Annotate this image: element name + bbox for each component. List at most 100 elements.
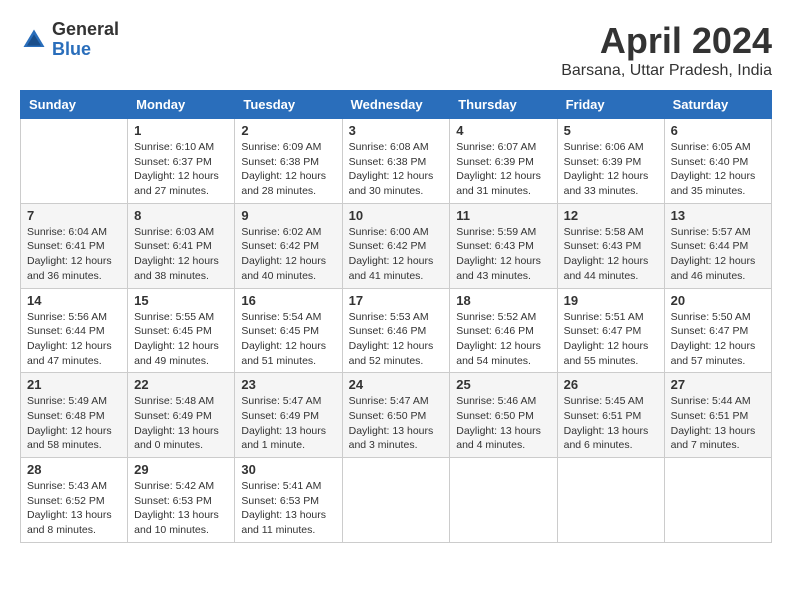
- calendar-cell: 23 Sunrise: 5:47 AM Sunset: 6:49 PM Dayli…: [235, 373, 342, 458]
- day-number: 3: [349, 123, 444, 138]
- calendar-week-row: 7 Sunrise: 6:04 AM Sunset: 6:41 PM Daylig…: [21, 203, 772, 288]
- calendar-cell: 25Sunrise: 5:46 AM Sunset: 6:50 PM Dayli…: [450, 373, 557, 458]
- day-info: Sunrise: 5:45 AM Sunset: 6:51 PM Dayligh…: [564, 394, 658, 453]
- day-number: 17: [349, 293, 444, 308]
- weekday-header-cell: Sunday: [21, 91, 128, 119]
- logo-text: General Blue: [52, 20, 119, 60]
- day-info: Sunrise: 5:47 AM Sunset: 6:49 PM Dayligh…: [241, 394, 335, 453]
- calendar-cell: 17 Sunrise: 5:53 AM Sunset: 6:46 PM Dayli…: [342, 288, 450, 373]
- day-number: 22: [134, 377, 228, 392]
- day-number: 4: [456, 123, 550, 138]
- day-number: 1: [134, 123, 228, 138]
- day-info: Sunrise: 5:43 AM Sunset: 6:52 PM Dayligh…: [27, 479, 121, 538]
- day-number: 21: [27, 377, 121, 392]
- day-info: Sunrise: 5:57 AM Sunset: 6:44 PM Dayligh…: [671, 225, 765, 284]
- day-number: 9: [241, 208, 335, 223]
- calendar-cell: 7 Sunrise: 6:04 AM Sunset: 6:41 PM Daylig…: [21, 203, 128, 288]
- weekday-header-cell: Saturday: [664, 91, 771, 119]
- day-number: 10: [349, 208, 444, 223]
- calendar-cell: 27 Sunrise: 5:44 AM Sunset: 6:51 PM Dayli…: [664, 373, 771, 458]
- day-number: 23: [241, 377, 335, 392]
- calendar-cell: [21, 119, 128, 204]
- day-info: Sunrise: 5:58 AM Sunset: 6:43 PM Dayligh…: [564, 225, 658, 284]
- calendar-cell: 30 Sunrise: 5:41 AM Sunset: 6:53 PM Dayli…: [235, 458, 342, 543]
- day-info: Sunrise: 5:47 AM Sunset: 6:50 PM Dayligh…: [349, 394, 444, 453]
- weekday-header-cell: Friday: [557, 91, 664, 119]
- day-number: 15: [134, 293, 228, 308]
- day-number: 27: [671, 377, 765, 392]
- day-info: Sunrise: 6:10 AM Sunset: 6:37 PM Dayligh…: [134, 140, 228, 199]
- calendar-cell: 20Sunrise: 5:50 AM Sunset: 6:47 PM Dayli…: [664, 288, 771, 373]
- calendar-cell: 24 Sunrise: 5:47 AM Sunset: 6:50 PM Dayli…: [342, 373, 450, 458]
- day-number: 7: [27, 208, 121, 223]
- calendar-cell: 8Sunrise: 6:03 AM Sunset: 6:41 PM Daylig…: [128, 203, 235, 288]
- calendar-week-row: 1 Sunrise: 6:10 AM Sunset: 6:37 PM Daylig…: [21, 119, 772, 204]
- day-info: Sunrise: 5:41 AM Sunset: 6:53 PM Dayligh…: [241, 479, 335, 538]
- day-info: Sunrise: 6:07 AM Sunset: 6:39 PM Dayligh…: [456, 140, 550, 199]
- page-header: General Blue April 2024 Barsana, Uttar P…: [20, 20, 772, 80]
- calendar-cell: 3 Sunrise: 6:08 AM Sunset: 6:38 PM Daylig…: [342, 119, 450, 204]
- day-info: Sunrise: 5:48 AM Sunset: 6:49 PM Dayligh…: [134, 394, 228, 453]
- day-info: Sunrise: 5:50 AM Sunset: 6:47 PM Dayligh…: [671, 310, 765, 369]
- calendar-cell: 14Sunrise: 5:56 AM Sunset: 6:44 PM Dayli…: [21, 288, 128, 373]
- calendar-cell: 22 Sunrise: 5:48 AM Sunset: 6:49 PM Dayli…: [128, 373, 235, 458]
- day-number: 28: [27, 462, 121, 477]
- calendar-body: 1 Sunrise: 6:10 AM Sunset: 6:37 PM Daylig…: [21, 119, 772, 543]
- day-info: Sunrise: 6:05 AM Sunset: 6:40 PM Dayligh…: [671, 140, 765, 199]
- calendar-cell: 19Sunrise: 5:51 AM Sunset: 6:47 PM Dayli…: [557, 288, 664, 373]
- calendar-cell: [664, 458, 771, 543]
- day-number: 30: [241, 462, 335, 477]
- day-info: Sunrise: 5:54 AM Sunset: 6:45 PM Dayligh…: [241, 310, 335, 369]
- day-number: 18: [456, 293, 550, 308]
- day-number: 25: [456, 377, 550, 392]
- calendar-title: April 2024: [561, 20, 772, 62]
- day-info: Sunrise: 5:44 AM Sunset: 6:51 PM Dayligh…: [671, 394, 765, 453]
- weekday-header-cell: Wednesday: [342, 91, 450, 119]
- calendar-cell: [557, 458, 664, 543]
- day-info: Sunrise: 5:49 AM Sunset: 6:48 PM Dayligh…: [27, 394, 121, 453]
- day-number: 6: [671, 123, 765, 138]
- day-info: Sunrise: 6:08 AM Sunset: 6:38 PM Dayligh…: [349, 140, 444, 199]
- logo-general-text: General: [52, 20, 119, 40]
- weekday-header-cell: Monday: [128, 91, 235, 119]
- calendar-cell: 21 Sunrise: 5:49 AM Sunset: 6:48 PM Dayli…: [21, 373, 128, 458]
- calendar-cell: 10 Sunrise: 6:00 AM Sunset: 6:42 PM Dayli…: [342, 203, 450, 288]
- calendar-cell: 18 Sunrise: 5:52 AM Sunset: 6:46 PM Dayli…: [450, 288, 557, 373]
- day-info: Sunrise: 6:09 AM Sunset: 6:38 PM Dayligh…: [241, 140, 335, 199]
- day-info: Sunrise: 5:59 AM Sunset: 6:43 PM Dayligh…: [456, 225, 550, 284]
- day-number: 24: [349, 377, 444, 392]
- calendar-location: Barsana, Uttar Pradesh, India: [561, 62, 772, 80]
- weekday-header-cell: Thursday: [450, 91, 557, 119]
- day-info: Sunrise: 6:04 AM Sunset: 6:41 PM Dayligh…: [27, 225, 121, 284]
- day-number: 26: [564, 377, 658, 392]
- day-number: 2: [241, 123, 335, 138]
- calendar-cell: 6 Sunrise: 6:05 AM Sunset: 6:40 PM Daylig…: [664, 119, 771, 204]
- calendar-cell: 26 Sunrise: 5:45 AM Sunset: 6:51 PM Dayli…: [557, 373, 664, 458]
- calendar-cell: 29 Sunrise: 5:42 AM Sunset: 6:53 PM Dayli…: [128, 458, 235, 543]
- calendar-week-row: 28 Sunrise: 5:43 AM Sunset: 6:52 PM Dayli…: [21, 458, 772, 543]
- calendar-cell: 13 Sunrise: 5:57 AM Sunset: 6:44 PM Dayli…: [664, 203, 771, 288]
- calendar-cell: 28 Sunrise: 5:43 AM Sunset: 6:52 PM Dayli…: [21, 458, 128, 543]
- calendar-cell: 4 Sunrise: 6:07 AM Sunset: 6:39 PM Daylig…: [450, 119, 557, 204]
- day-info: Sunrise: 5:53 AM Sunset: 6:46 PM Dayligh…: [349, 310, 444, 369]
- calendar-week-row: 21 Sunrise: 5:49 AM Sunset: 6:48 PM Dayli…: [21, 373, 772, 458]
- day-info: Sunrise: 5:52 AM Sunset: 6:46 PM Dayligh…: [456, 310, 550, 369]
- calendar-cell: [342, 458, 450, 543]
- calendar-cell: 5 Sunrise: 6:06 AM Sunset: 6:39 PM Daylig…: [557, 119, 664, 204]
- calendar-cell: 15Sunrise: 5:55 AM Sunset: 6:45 PM Dayli…: [128, 288, 235, 373]
- logo-icon: [20, 26, 48, 54]
- day-info: Sunrise: 6:03 AM Sunset: 6:41 PM Dayligh…: [134, 225, 228, 284]
- calendar-cell: 12Sunrise: 5:58 AM Sunset: 6:43 PM Dayli…: [557, 203, 664, 288]
- weekday-header-cell: Tuesday: [235, 91, 342, 119]
- day-info: Sunrise: 6:06 AM Sunset: 6:39 PM Dayligh…: [564, 140, 658, 199]
- day-number: 13: [671, 208, 765, 223]
- logo: General Blue: [20, 20, 119, 60]
- weekday-header-row: SundayMondayTuesdayWednesdayThursdayFrid…: [21, 91, 772, 119]
- calendar-cell: [450, 458, 557, 543]
- day-number: 5: [564, 123, 658, 138]
- day-number: 14: [27, 293, 121, 308]
- day-info: Sunrise: 5:42 AM Sunset: 6:53 PM Dayligh…: [134, 479, 228, 538]
- day-number: 29: [134, 462, 228, 477]
- day-info: Sunrise: 6:00 AM Sunset: 6:42 PM Dayligh…: [349, 225, 444, 284]
- calendar-cell: 9Sunrise: 6:02 AM Sunset: 6:42 PM Daylig…: [235, 203, 342, 288]
